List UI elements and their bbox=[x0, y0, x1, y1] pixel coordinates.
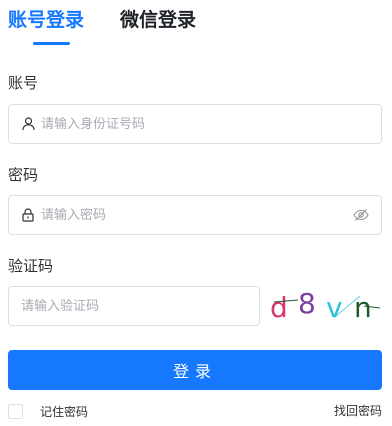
remember-label: 记住密码 bbox=[40, 404, 89, 419]
password-input[interactable] bbox=[41, 196, 347, 234]
account-input[interactable] bbox=[41, 105, 381, 143]
remember-password[interactable]: 记住密码 bbox=[8, 403, 88, 419]
login-button[interactable]: 登录 bbox=[8, 350, 382, 390]
captcha-image[interactable]: d 8 v n bbox=[268, 286, 382, 326]
captcha-input[interactable] bbox=[9, 287, 259, 325]
login-form: 账号登录 微信登录 账号 密码 bbox=[0, 0, 392, 426]
eye-hidden-icon[interactable] bbox=[353, 207, 369, 223]
remember-checkbox[interactable] bbox=[8, 403, 23, 419]
password-field[interactable] bbox=[8, 195, 382, 235]
user-icon bbox=[21, 117, 35, 131]
tab-account-login[interactable]: 账号登录 bbox=[8, 6, 84, 34]
account-field[interactable] bbox=[8, 104, 382, 144]
login-tabs: 账号登录 微信登录 bbox=[8, 6, 268, 46]
active-tab-indicator bbox=[33, 42, 70, 45]
captcha-noise-lines bbox=[273, 295, 381, 317]
tab-wechat-login[interactable]: 微信登录 bbox=[120, 6, 196, 34]
lock-icon bbox=[21, 208, 35, 222]
forgot-password-link[interactable]: 找回密码 bbox=[334, 402, 382, 420]
captcha-label: 验证码 bbox=[8, 257, 54, 275]
account-label: 账号 bbox=[8, 74, 39, 92]
captcha-field[interactable] bbox=[8, 286, 260, 326]
password-label: 密码 bbox=[8, 166, 39, 184]
